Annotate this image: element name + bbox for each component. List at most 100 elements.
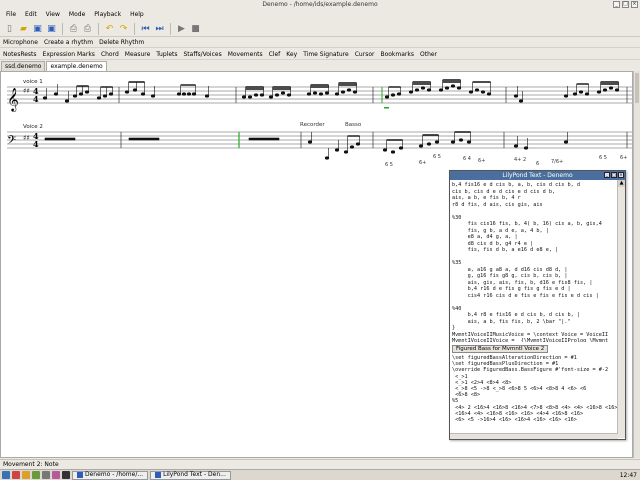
delete-rhythm-button[interactable]: Delete Rhythm <box>99 39 144 46</box>
menu-bar: File Edit View Mode Playback Help <box>0 10 640 20</box>
time-sig-bottom-bass: 4 <box>33 139 39 149</box>
tab-ssd-denemo[interactable]: ssd.denemo <box>1 61 46 71</box>
save-icon[interactable]: ▣ <box>31 22 44 35</box>
redo-icon[interactable]: ↷ <box>117 22 130 35</box>
minimize-icon[interactable]: _ <box>613 1 620 8</box>
menu-help[interactable]: Help <box>126 10 148 20</box>
figure: 7/6+ <box>551 159 563 165</box>
palette-notesrests[interactable]: NotesRests <box>3 51 37 58</box>
figured-bass-tab[interactable]: Figured Bass for MvmntI Voice 2 <box>452 345 549 353</box>
toolbar-separator <box>134 22 135 35</box>
create-rhythm-button[interactable]: Create a rhythm <box>44 39 93 46</box>
menu-file[interactable]: File <box>2 10 20 20</box>
score-vertical-scrollbar[interactable] <box>633 71 640 458</box>
recorder-label: Recorder <box>300 122 325 128</box>
palette-toolbar: NotesRests Expression Marks Chord Measur… <box>0 49 640 60</box>
taskbar-item-label: Denemo - /home/... <box>85 471 144 478</box>
main-toolbar: ▯ ▰ ▣ ▣ ⎙ ⎙ ↶ ↷ ⏮ ⏭ ▶ ■ <box>0 21 640 37</box>
launcher-icon[interactable] <box>32 471 40 479</box>
minimize-icon[interactable]: _ <box>604 172 610 178</box>
launcher-icon[interactable] <box>12 471 20 479</box>
palette-expression-marks[interactable]: Expression Marks <box>43 51 95 58</box>
print-icon[interactable]: ⎙ <box>67 22 80 35</box>
open-icon[interactable]: ▰ <box>17 22 30 35</box>
tab-example-denemo[interactable]: example.denemo <box>46 61 107 71</box>
palette-key[interactable]: Key <box>286 51 297 58</box>
new-icon[interactable]: ▯ <box>3 22 16 35</box>
figure: 6+ <box>620 155 627 161</box>
lilypond-app-icon <box>155 472 162 478</box>
figure: 6 5 <box>433 154 441 160</box>
palette-tuplets[interactable]: Tuplets <box>156 51 177 58</box>
print-preview-icon[interactable]: ⎙ <box>81 22 94 35</box>
close-icon[interactable]: × <box>618 172 624 178</box>
figure: 4+ 2 <box>514 157 526 163</box>
lilypond-window-title-bar: LilyPond Text - Denemo _ □ × <box>450 171 625 180</box>
scroll-up-icon[interactable]: ▲ <box>618 180 625 187</box>
launcher-icon[interactable] <box>52 471 60 479</box>
palette-measure[interactable]: Measure <box>125 51 151 58</box>
toolbar-separator <box>62 22 63 35</box>
lilypond-window-controls: _ □ × <box>604 172 624 178</box>
lilypond-vertical-scrollbar[interactable]: ▲ <box>617 180 625 438</box>
key-sig-sharp-bass: ♯♯ <box>23 134 30 142</box>
save-as-icon[interactable]: ▣ <box>45 22 58 35</box>
window-title-bar: Denemo - /home/ids/example.denemo _ □ × <box>0 0 640 10</box>
launcher-icon[interactable] <box>22 471 30 479</box>
taskbar-item-lilypond[interactable]: LilyPond Text - Den... <box>150 470 231 480</box>
menu-edit[interactable]: Edit <box>21 10 41 20</box>
figure: 6 <box>536 161 539 167</box>
basso-label: Basso <box>345 122 362 128</box>
taskbar-item-denemo[interactable]: Denemo - /home/... <box>72 470 149 480</box>
maximize-icon[interactable]: □ <box>622 1 629 8</box>
figure: 6 5 <box>599 155 607 161</box>
document-tabs: ssd.denemo example.denemo <box>0 60 640 71</box>
menu-view[interactable]: View <box>42 10 64 20</box>
time-sig-bottom: 4 <box>33 94 39 104</box>
scrollbar-thumb[interactable] <box>635 73 639 103</box>
first-icon[interactable]: ⏮ <box>139 22 152 35</box>
stop-icon[interactable]: ■ <box>189 22 202 35</box>
palette-other[interactable]: Other <box>420 51 437 58</box>
clock: 12:47 <box>619 472 637 479</box>
figure: 6+ <box>478 158 485 164</box>
close-icon[interactable]: × <box>631 1 638 8</box>
toolbar-separator <box>170 22 171 35</box>
toolbar-separator <box>98 22 99 35</box>
maximize-icon[interactable]: □ <box>611 172 617 178</box>
lilypond-source-text[interactable]: b,4 fis16 e d cis b, a, b, cis d cis b, … <box>452 182 618 342</box>
staff2-label: Voice 2 <box>23 124 43 130</box>
status-bar: Movement 2: Note <box>0 459 640 469</box>
staff1-label: voice 1 <box>23 79 43 85</box>
undo-icon[interactable]: ↶ <box>103 22 116 35</box>
palette-cursor[interactable]: Cursor <box>355 51 375 58</box>
palette-movements[interactable]: Movements <box>228 51 263 58</box>
start-menu-icon[interactable] <box>2 471 10 479</box>
staff1-notes <box>42 79 628 103</box>
play-icon[interactable]: ▶ <box>175 22 188 35</box>
terminal-icon[interactable] <box>62 471 70 479</box>
status-text: Movement 2: Note <box>3 461 59 468</box>
palette-time-signature[interactable]: Time Signature <box>303 51 349 58</box>
lilypond-horizontal-scrollbar[interactable] <box>450 433 618 439</box>
figured-bass-source-text[interactable]: \set figuredBassAlterationDirection = #1… <box>452 355 618 433</box>
key-sig-sharp: ♯♯ <box>23 87 30 95</box>
palette-chord[interactable]: Chord <box>101 51 119 58</box>
launcher-icon[interactable] <box>42 471 50 479</box>
figure: 6 4 <box>463 156 471 162</box>
window-controls: _ □ × <box>613 1 638 8</box>
figured-bass-row: 6 5 6+ 6 5 6 4 6+ 4+ 2 6 7/6+ 6 5 6+ <box>385 154 627 168</box>
figure: 6+ <box>419 160 426 166</box>
last-icon[interactable]: ⏭ <box>153 22 166 35</box>
window-title: Denemo - /home/ids/example.denemo <box>262 1 378 8</box>
palette-staffs-voices[interactable]: Staffs/Voices <box>183 51 221 58</box>
palette-bookmarks[interactable]: Bookmarks <box>380 51 414 58</box>
lilypond-window-title: LilyPond Text - Denemo <box>502 172 573 179</box>
microphone-button[interactable]: Microphone <box>3 39 38 46</box>
bass-clef-icon: 𝄢 <box>7 134 16 150</box>
lilypond-text-window: LilyPond Text - Denemo _ □ × b,4 fis16 e… <box>449 170 626 440</box>
menu-playback[interactable]: Playback <box>90 10 125 20</box>
palette-clef[interactable]: Clef <box>269 51 281 58</box>
menu-mode[interactable]: Mode <box>65 10 89 20</box>
treble-clef-icon: 𝄞 <box>7 87 19 112</box>
